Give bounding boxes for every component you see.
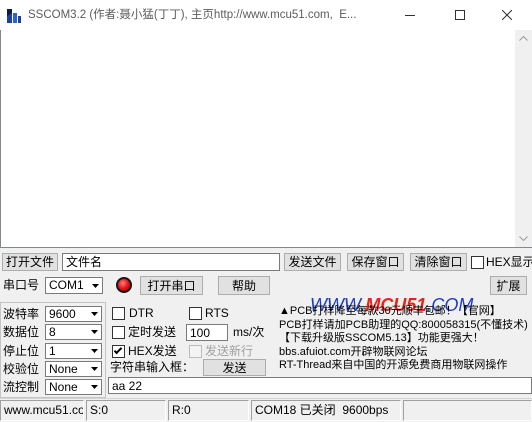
stop-bits-label: 停止位 bbox=[3, 344, 40, 358]
send-input-field[interactable]: aa 22 bbox=[108, 377, 532, 394]
open-file-button[interactable]: 打开文件 bbox=[2, 253, 58, 271]
parity-select[interactable]: None bbox=[45, 361, 102, 377]
scroll-up-button[interactable] bbox=[515, 30, 532, 47]
stop-bits-arrow[interactable] bbox=[87, 344, 101, 358]
window-title: SSCOM3.2 (作者:聂小猛(丁丁), 主页http://www.mcu51… bbox=[28, 9, 357, 21]
send-interval-field[interactable]: 100 bbox=[186, 324, 228, 341]
port-select-value: COM1 bbox=[49, 278, 84, 292]
chevron-down-icon bbox=[91, 283, 99, 288]
data-bits-value: 8 bbox=[49, 325, 56, 339]
status-received-count: R:0 bbox=[168, 400, 249, 421]
maximize-button[interactable] bbox=[437, 0, 483, 30]
help-button[interactable]: 帮助 bbox=[218, 276, 270, 295]
port-select-arrow[interactable] bbox=[88, 278, 102, 293]
parity-label: 校验位 bbox=[3, 362, 40, 376]
status-bar-divider bbox=[0, 398, 532, 399]
chevron-down-icon bbox=[90, 385, 98, 389]
status-sent-count: S:0 bbox=[86, 400, 166, 421]
scroll-up-icon bbox=[519, 36, 528, 41]
chevron-down-icon bbox=[90, 349, 98, 353]
hex-send-checkbox[interactable] bbox=[112, 345, 125, 358]
ad-line-download-upgrade[interactable]: 【下载升级版SSCOM5.13】功能更强大！ bbox=[279, 332, 532, 346]
status-website-link[interactable]: www.mcu51.cor bbox=[0, 400, 84, 421]
timed-send-label: 定时发送 bbox=[128, 325, 177, 339]
sscom-app-icon[interactable] bbox=[6, 6, 22, 24]
scroll-down-icon bbox=[519, 236, 528, 241]
send-newline-checkbox[interactable] bbox=[189, 345, 202, 358]
stop-bits-select[interactable]: 1 bbox=[45, 343, 102, 359]
ad-line-pcb-qq[interactable]: PCB打样请加PCB助理的QQ:800058315(不懂技术) bbox=[279, 319, 532, 333]
baud-rate-select[interactable]: 9600 bbox=[45, 306, 102, 322]
receive-text-area[interactable] bbox=[0, 30, 532, 248]
ad-line-pcb-offer[interactable]: ▲PCB打样降至每款30元顺丰包邮！【官网】 bbox=[279, 305, 532, 319]
send-interval-unit: ms/次 bbox=[233, 325, 265, 339]
clear-window-button[interactable]: 清除窗口 bbox=[410, 253, 467, 271]
minimize-button[interactable] bbox=[387, 0, 433, 30]
rts-label: RTS bbox=[205, 306, 229, 320]
baud-rate-arrow[interactable] bbox=[87, 307, 101, 321]
hex-display-checkbox[interactable] bbox=[471, 256, 484, 269]
hex-send-label: HEX发送 bbox=[128, 344, 177, 358]
port-select[interactable]: COM1 bbox=[45, 277, 103, 294]
flow-control-select[interactable]: None bbox=[45, 379, 102, 395]
dtr-label: DTR bbox=[129, 306, 154, 320]
hex-display-label: HEX显示 bbox=[486, 255, 532, 269]
receive-scrollbar[interactable] bbox=[515, 30, 532, 247]
dtr-checkbox[interactable] bbox=[112, 307, 125, 320]
chevron-down-icon bbox=[90, 367, 98, 371]
status-port-state: COM18 已关闭 9600bps bbox=[251, 400, 401, 421]
save-window-button[interactable]: 保存窗口 bbox=[347, 253, 404, 271]
ad-panel[interactable]: ▲PCB打样降至每款30元顺丰包邮！【官网】 PCB打样请加PCB助理的QQ:8… bbox=[279, 305, 532, 375]
chevron-down-icon bbox=[90, 312, 98, 316]
rts-checkbox[interactable] bbox=[189, 307, 202, 320]
extend-button[interactable]: 扩展 bbox=[490, 276, 527, 295]
data-bits-label: 数据位 bbox=[3, 325, 40, 339]
checkmark-icon bbox=[113, 345, 123, 355]
data-bits-select[interactable]: 8 bbox=[45, 324, 102, 340]
baud-rate-label: 波特率 bbox=[3, 307, 40, 321]
flow-control-label: 流控制 bbox=[3, 380, 40, 394]
open-port-button[interactable]: 打开串口 bbox=[140, 276, 203, 295]
title-bar[interactable]: SSCOM3.2 (作者:聂小猛(丁丁), 主页http://www.mcu51… bbox=[0, 0, 532, 30]
port-status-led-icon bbox=[116, 277, 132, 293]
baud-rate-value: 9600 bbox=[49, 307, 76, 321]
parity-value: None bbox=[49, 362, 78, 376]
flow-control-arrow[interactable] bbox=[87, 380, 101, 394]
ad-line-rt-thread[interactable]: RT-Thread来自中国的开源免费商用物联网操作 bbox=[279, 359, 532, 373]
timed-send-checkbox[interactable] bbox=[112, 326, 125, 339]
minimize-icon bbox=[405, 15, 415, 16]
stop-bits-value: 1 bbox=[49, 344, 56, 358]
send-newline-label: 发送新行 bbox=[205, 344, 254, 358]
scroll-down-button[interactable] bbox=[515, 230, 532, 247]
close-icon bbox=[502, 10, 512, 20]
string-input-label: 字符串输入框： bbox=[110, 360, 195, 374]
ad-line-forum[interactable]: bbs.afuiot.com开辟物联网论坛 bbox=[279, 346, 532, 360]
send-file-button[interactable]: 发送文件 bbox=[284, 253, 341, 271]
data-bits-arrow[interactable] bbox=[87, 325, 101, 339]
chevron-down-icon bbox=[90, 330, 98, 334]
close-button[interactable] bbox=[484, 0, 530, 30]
flow-control-value: None bbox=[49, 380, 78, 394]
status-empty-cell bbox=[403, 400, 532, 421]
send-button[interactable]: 发送 bbox=[203, 359, 266, 376]
port-label: 串口号 bbox=[3, 278, 40, 292]
filename-field[interactable]: 文件名 bbox=[62, 253, 280, 271]
parity-arrow[interactable] bbox=[87, 362, 101, 376]
maximize-icon bbox=[455, 10, 465, 20]
